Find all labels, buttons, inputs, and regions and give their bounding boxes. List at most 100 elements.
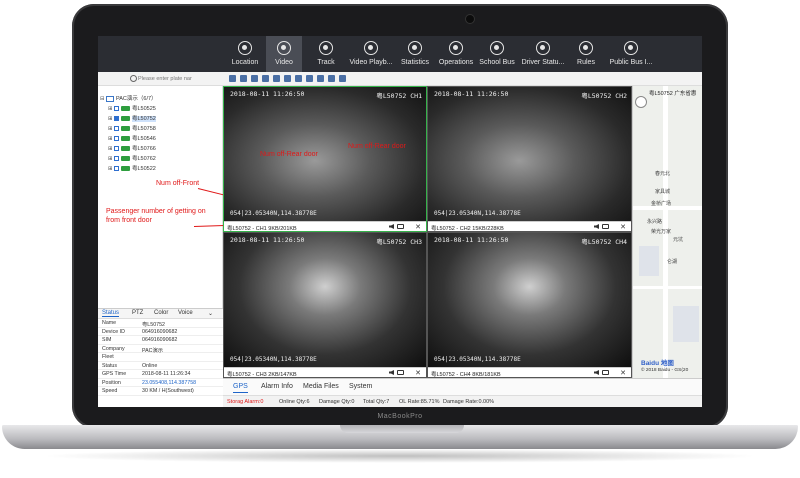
tree-vehicle-row[interactable]: ⊞ 粤L50546 (108, 134, 156, 144)
bus-icon (121, 106, 130, 112)
video-frame (224, 87, 426, 221)
nav-rules[interactable]: Rules (568, 36, 604, 72)
record-icon[interactable] (317, 75, 324, 82)
tree-vehicle-row-selected[interactable]: ⊞ 粤L50752 (108, 114, 156, 124)
nav-track[interactable]: Track (308, 36, 344, 72)
vehicle-checkbox[interactable] (114, 166, 119, 172)
map-panel[interactable]: 粤L50752 广东省惠 春元北 家具城 金桥广场 永兴路 荣光万家 仑湖 元坑… (632, 86, 702, 378)
tree-vehicle-row[interactable]: ⊞ 粤L50758 (108, 124, 156, 134)
video-channel-label: 粤L50752 CH3 (376, 238, 422, 246)
layout-16-icon[interactable] (262, 75, 269, 82)
video-frame (428, 233, 631, 367)
status-row: Name 粤L50752 (98, 319, 223, 328)
chevron-down-icon[interactable]: ⌄ (208, 310, 213, 317)
maximize-icon[interactable]: ✕ (620, 369, 626, 377)
search-icon[interactable] (130, 75, 137, 82)
operations-icon (449, 41, 463, 55)
status-key: Fleet (102, 354, 114, 360)
layout-custom-icon[interactable] (273, 75, 280, 82)
vehicle-label: 粤L50525 (132, 106, 156, 112)
vehicle-checkbox[interactable] (114, 136, 119, 142)
track-icon (319, 41, 333, 55)
video-channel-1[interactable]: 2018-08-11 11:26:50 粤L50752 CH1 054|23.0… (223, 86, 427, 232)
tree-vehicle-row[interactable]: ⊞ 粤L50762 (108, 154, 156, 164)
vehicle-checkbox[interactable] (114, 116, 119, 122)
nav-location[interactable]: Location (224, 36, 266, 72)
tree-vehicle-row[interactable]: ⊞ 粤L50522 (108, 164, 156, 174)
video-toolbar (223, 72, 702, 86)
bus-icon (121, 166, 130, 172)
speaker-icon[interactable] (594, 224, 599, 229)
status-key: Name (102, 320, 117, 326)
nav-label: Rules (577, 59, 595, 66)
map-copyright: © 2018 Baidu - GS(20 (641, 368, 689, 373)
damage-rate: Damage Rate:0.00% (443, 399, 495, 405)
nav-label: Driver Statu... (521, 59, 565, 66)
maximize-icon[interactable]: ✕ (620, 223, 626, 231)
tab-color[interactable]: Color (154, 310, 168, 316)
stop-all-icon[interactable] (306, 75, 313, 82)
snapshot-icon[interactable] (397, 370, 404, 375)
video-channel-label: 粤L50752 CH4 (581, 238, 627, 246)
speaker-icon[interactable] (594, 370, 599, 375)
tab-system[interactable]: System (349, 383, 372, 390)
webcam-icon (466, 15, 474, 23)
map-label: 金桥广场 (651, 201, 672, 207)
bus-icon (121, 116, 130, 122)
map-pan-control[interactable] (635, 96, 647, 108)
position-link[interactable]: 23.055408,114.387758 (142, 380, 196, 386)
video-icon (277, 41, 291, 55)
speaker-icon[interactable] (389, 370, 394, 375)
vehicle-checkbox[interactable] (114, 126, 119, 132)
tab-alarm-info[interactable]: Alarm Info (261, 383, 293, 390)
view-icon[interactable] (328, 75, 335, 82)
vehicle-label: 粤L50766 (132, 146, 156, 152)
nav-school-bus[interactable]: School Bus (478, 36, 516, 72)
nav-label: Location (231, 59, 259, 66)
video-channel-3[interactable]: 2018-08-11 11:26:50 粤L50752 CH3 054|23.0… (223, 232, 427, 378)
vehicle-label: 粤L50758 (132, 126, 156, 132)
maximize-icon[interactable]: ✕ (415, 223, 421, 231)
settings-icon[interactable] (339, 75, 346, 82)
video-osd: 054|23.05340N,114.38778E (434, 356, 521, 363)
play-all-icon[interactable] (295, 75, 302, 82)
speaker-icon[interactable] (389, 224, 394, 229)
video-channel-4[interactable]: 2018-08-11 11:26:50 粤L50752 CH4 054|23.0… (427, 232, 632, 378)
snapshot-icon[interactable] (397, 224, 404, 229)
nav-video-playback[interactable]: Video Playb... (346, 36, 396, 72)
tree-vehicle-row[interactable]: ⊞ 粤L50525 (108, 104, 156, 114)
tab-ptz[interactable]: PTZ (132, 310, 143, 316)
nav-operations[interactable]: Operations (436, 36, 476, 72)
app-screen: Location Video Track Video Playb... Stat… (98, 36, 702, 407)
vehicle-checkbox[interactable] (114, 146, 119, 152)
tab-gps[interactable]: GPS (233, 383, 248, 393)
tree-root[interactable]: ⊟ PAC演示（6/7） (100, 94, 157, 104)
layout-4-icon[interactable] (240, 75, 247, 82)
layout-1-icon[interactable] (229, 75, 236, 82)
vehicle-checkbox[interactable] (114, 156, 119, 162)
maximize-icon[interactable]: ✕ (415, 369, 421, 377)
school-bus-icon (490, 41, 504, 55)
tab-voice[interactable]: Voice (178, 310, 193, 316)
status-key: Position (102, 379, 121, 386)
vehicle-checkbox[interactable] (114, 106, 119, 112)
map-label: 仑湖 (667, 259, 678, 265)
layout-9-icon[interactable] (251, 75, 258, 82)
video-channel-2[interactable]: 2018-08-11 11:26:50 粤L50752 CH2 054|23.0… (427, 86, 632, 232)
nav-public-bus[interactable]: Public Bus I... (606, 36, 656, 72)
video-timestamp: 2018-08-11 11:26:50 (230, 236, 305, 244)
snapshot-icon[interactable] (602, 224, 609, 229)
nav-statistics[interactable]: Statistics (396, 36, 434, 72)
search-input[interactable] (138, 74, 222, 84)
snapshot-icon[interactable] (602, 370, 609, 375)
nav-driver-status[interactable]: Driver Statu... (518, 36, 568, 72)
tab-status[interactable]: Status (102, 310, 120, 317)
status-row: Status Online (98, 362, 223, 370)
video-frame (224, 233, 426, 367)
tab-media-files[interactable]: Media Files (303, 383, 339, 390)
nav-video[interactable]: Video (266, 36, 302, 72)
tree-vehicle-row[interactable]: ⊞ 粤L50766 (108, 144, 156, 154)
fullscreen-icon[interactable] (284, 75, 291, 82)
status-row: Fleet (98, 353, 223, 362)
public-bus-icon (624, 41, 638, 55)
